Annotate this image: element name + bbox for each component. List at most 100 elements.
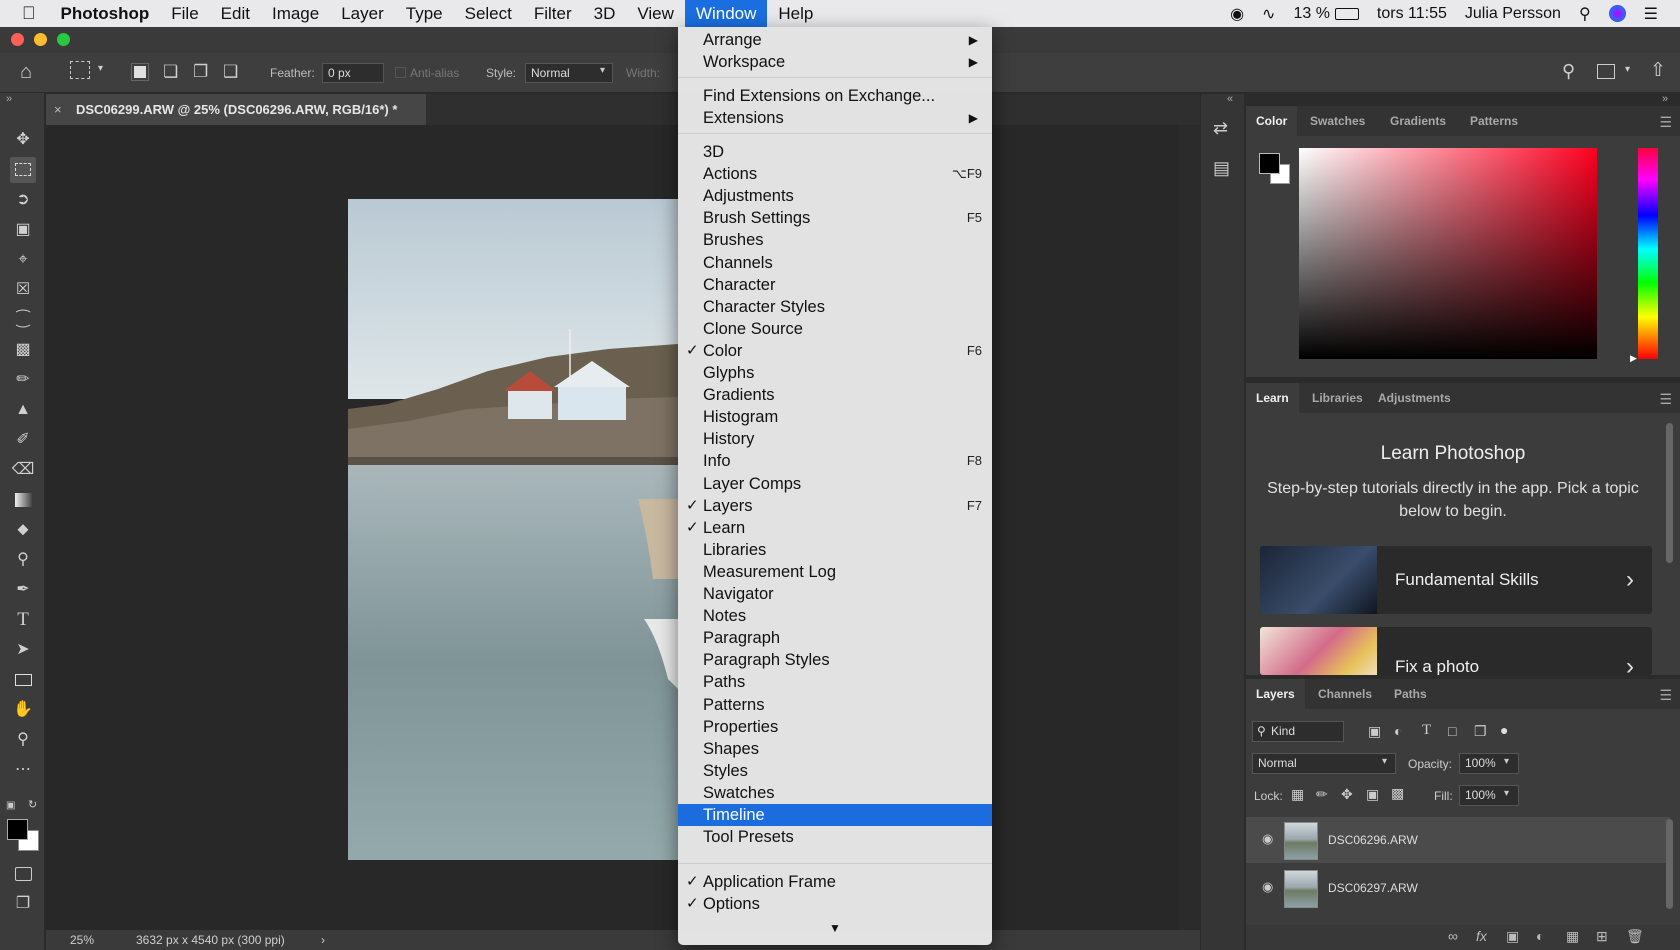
- tab-layers[interactable]: Layers: [1246, 679, 1305, 709]
- notification-center-icon[interactable]: ☰: [1644, 4, 1658, 24]
- menu-image[interactable]: Image: [261, 0, 330, 27]
- layer-row[interactable]: ◉ DSC06297.ARW: [1246, 865, 1670, 911]
- move-tool-icon[interactable]: ✥: [10, 127, 36, 153]
- layer-name[interactable]: DSC06296.ARW: [1328, 817, 1418, 863]
- menu-item-libraries[interactable]: Libraries: [678, 539, 992, 561]
- close-tab-icon[interactable]: ×: [54, 94, 62, 125]
- link-layers-icon[interactable]: ∞: [1448, 928, 1458, 944]
- lasso-tool-icon[interactable]: ➲: [10, 187, 36, 213]
- menu-item-character[interactable]: Character: [678, 274, 992, 296]
- hue-slider-handle[interactable]: ▶: [1630, 353, 1637, 364]
- scrollbar[interactable]: [1666, 819, 1673, 909]
- menu-item-history[interactable]: History: [678, 428, 992, 450]
- visibility-eye-icon[interactable]: ◉: [1262, 831, 1273, 847]
- menu-filter[interactable]: Filter: [523, 0, 583, 27]
- menu-item-adjustments[interactable]: Adjustments: [678, 185, 992, 207]
- swap-colors-icon[interactable]: ↻: [28, 798, 37, 811]
- subtract-selection-icon[interactable]: ❐: [193, 62, 208, 82]
- lock-pixels-icon[interactable]: ✏: [1316, 786, 1328, 803]
- scrollbar[interactable]: [1666, 423, 1673, 563]
- workspace-icon[interactable]: [1597, 64, 1615, 79]
- document-photo[interactable]: [348, 199, 678, 860]
- history-brush-tool-icon[interactable]: ✐: [10, 427, 36, 453]
- menu-item-layer-comps[interactable]: Layer Comps: [678, 473, 992, 495]
- color-field[interactable]: [1299, 148, 1597, 359]
- tab-channels[interactable]: Channels: [1308, 679, 1382, 709]
- filter-smart-object-icon[interactable]: ❐: [1474, 723, 1487, 740]
- menu-layer[interactable]: Layer: [330, 0, 395, 27]
- type-tool-icon[interactable]: T: [10, 607, 36, 633]
- menu-item-shapes[interactable]: Shapes: [678, 738, 992, 760]
- tab-swatches[interactable]: Swatches: [1300, 106, 1375, 136]
- quick-mask-icon[interactable]: [10, 861, 36, 887]
- menu-edit[interactable]: Edit: [210, 0, 261, 27]
- menu-item-paths[interactable]: Paths: [678, 671, 992, 693]
- marquee-preset-icon[interactable]: [70, 61, 90, 79]
- collapse-icon[interactable]: «: [1227, 93, 1233, 105]
- chevron-down-icon[interactable]: ▾: [1625, 64, 1630, 75]
- menu-item-paragraph-styles[interactable]: Paragraph Styles: [678, 649, 992, 671]
- chevron-down-icon[interactable]: ▾: [1504, 756, 1509, 767]
- eyedropper-tool-icon[interactable]: ⁐: [10, 307, 36, 333]
- menu-file[interactable]: File: [160, 0, 209, 27]
- filter-adjustment-icon[interactable]: ◐: [1394, 723, 1402, 739]
- menu-type[interactable]: Type: [395, 0, 454, 27]
- menu-item-navigator[interactable]: Navigator: [678, 583, 992, 605]
- blur-tool-icon[interactable]: ⬥: [10, 517, 36, 543]
- search-icon[interactable]: ⚲: [1562, 61, 1575, 82]
- menu-view[interactable]: View: [626, 0, 685, 27]
- hand-tool-icon[interactable]: ✋: [10, 697, 36, 723]
- tab-adjustments[interactable]: Adjustments: [1368, 383, 1461, 413]
- panel-menu-icon[interactable]: ☰: [1659, 687, 1672, 704]
- tutorial-card-fundamental-skills[interactable]: Fundamental Skills ›: [1260, 546, 1652, 614]
- path-selection-tool-icon[interactable]: ➤: [10, 637, 36, 663]
- tab-patterns[interactable]: Patterns: [1460, 106, 1528, 136]
- foreground-color-swatch[interactable]: [7, 819, 28, 840]
- tab-color[interactable]: Color: [1246, 106, 1298, 136]
- blend-mode-select[interactable]: Normal: [1252, 753, 1396, 774]
- menu-item-styles[interactable]: Styles: [678, 760, 992, 782]
- menu-item-3d[interactable]: 3D: [678, 141, 992, 163]
- delete-layer-icon[interactable]: 🗑: [1626, 928, 1644, 945]
- collapse-icon[interactable]: »: [1662, 93, 1668, 105]
- menu-item-paragraph[interactable]: Paragraph: [678, 627, 992, 649]
- properties-panel-icon[interactable]: ▤: [1213, 158, 1230, 179]
- menu-help[interactable]: Help: [767, 0, 824, 27]
- brush-tool-icon[interactable]: ✏: [10, 367, 36, 393]
- layer-filter-select[interactable]: ⚲ Kind: [1252, 721, 1344, 742]
- tab-learn[interactable]: Learn: [1246, 383, 1299, 413]
- tab-paths[interactable]: Paths: [1384, 679, 1437, 709]
- menu-item-brush-settings[interactable]: Brush Settings F5: [678, 207, 992, 229]
- menu-item-workspace[interactable]: Workspace ▶: [678, 51, 992, 73]
- layer-style-icon[interactable]: fx: [1476, 928, 1487, 944]
- menu-item-color[interactable]: ✓ Color F6: [678, 340, 992, 362]
- menu-item-swatches[interactable]: Swatches: [678, 782, 992, 804]
- user-name[interactable]: Julia Persson: [1465, 5, 1561, 23]
- object-selection-tool-icon[interactable]: ▣: [10, 217, 36, 243]
- wifi-icon[interactable]: ∿: [1262, 4, 1275, 24]
- panel-menu-icon[interactable]: ☰: [1659, 114, 1672, 131]
- healing-brush-tool-icon[interactable]: ▩: [10, 337, 36, 363]
- crop-tool-icon[interactable]: ⌖: [10, 247, 36, 273]
- menu-item-properties[interactable]: Properties: [678, 716, 992, 738]
- hue-slider[interactable]: [1638, 148, 1658, 359]
- marquee-tool-icon[interactable]: [10, 157, 36, 183]
- menu-item-measurement-log[interactable]: Measurement Log: [678, 561, 992, 583]
- menu-item-actions[interactable]: Actions ⌥F9: [678, 163, 992, 185]
- history-panel-icon[interactable]: ⇄: [1213, 118, 1228, 139]
- eraser-tool-icon[interactable]: ⌫: [10, 457, 36, 483]
- menu-item-gradients[interactable]: Gradients: [678, 384, 992, 406]
- chevron-down-icon[interactable]: ▾: [1504, 788, 1509, 799]
- battery-icon[interactable]: [1334, 7, 1359, 20]
- menu-item-find-extensions[interactable]: Find Extensions on Exchange...: [678, 85, 992, 107]
- apple-icon[interactable]: : [0, 0, 50, 27]
- filter-shape-icon[interactable]: □: [1448, 723, 1456, 739]
- menu-3d[interactable]: 3D: [583, 0, 627, 27]
- spotlight-search-icon[interactable]: ⚲: [1579, 4, 1591, 24]
- document-info[interactable]: 3632 px x 4540 px (300 ppi): [136, 930, 285, 950]
- collapse-icon[interactable]: »: [6, 93, 12, 105]
- menu-item-learn[interactable]: ✓ Learn: [678, 517, 992, 539]
- menu-item-histogram[interactable]: Histogram: [678, 406, 992, 428]
- zoom-window-button[interactable]: [57, 33, 70, 46]
- menu-item-tool-presets[interactable]: Tool Presets: [678, 826, 992, 848]
